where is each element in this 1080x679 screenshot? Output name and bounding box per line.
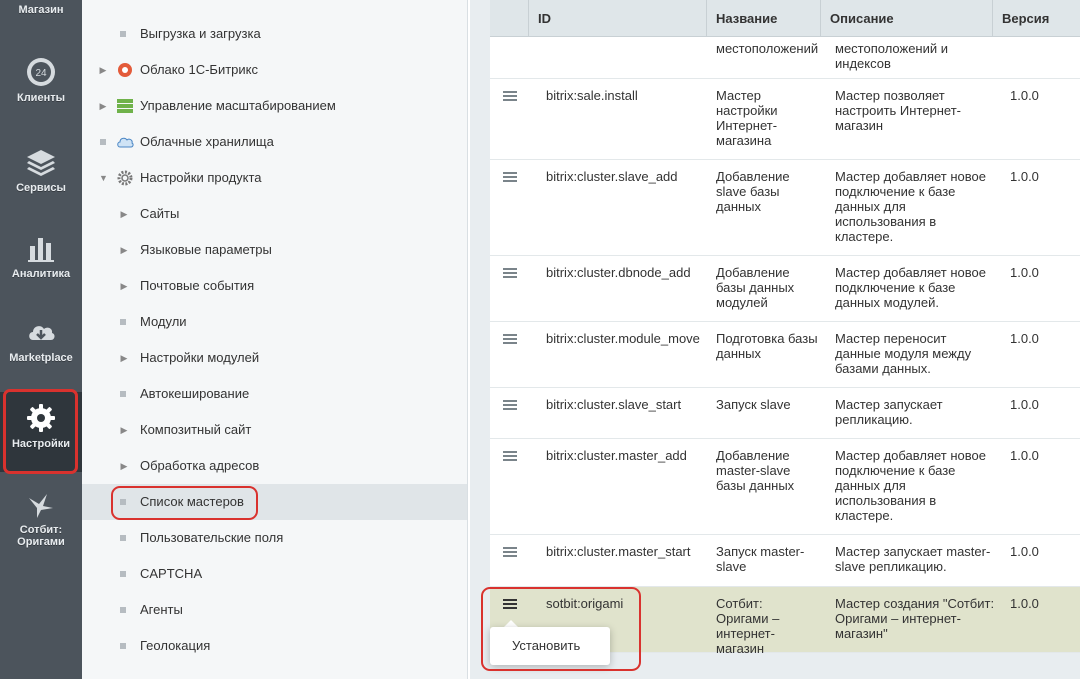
rail-item-label: Аналитика — [11, 268, 71, 280]
tree-item-export-import[interactable]: Выгрузка и загрузка — [82, 16, 467, 52]
cloud-bitrix-icon — [118, 63, 132, 77]
crane-icon — [29, 494, 53, 518]
chevron-right-icon[interactable]: ▶ — [120, 196, 128, 232]
tree-item-captcha[interactable]: CAPTCHA — [82, 556, 467, 592]
tree-item-scaling[interactable]: ▶ Управление масштабированием — [82, 88, 467, 124]
tree-item-mail-events[interactable]: ▶ Почтовые события — [82, 268, 467, 304]
chevron-right-icon[interactable]: ▶ — [120, 340, 128, 376]
row-menu-icon[interactable] — [503, 172, 517, 182]
chevron-down-icon[interactable]: ▼ — [99, 160, 108, 196]
tree-item-address-processing[interactable]: ▶ Обработка адресов — [82, 448, 467, 484]
table-row: местоположений местоположений и индексов — [490, 37, 1080, 79]
tree-item-sites[interactable]: ▶ Сайты — [82, 196, 467, 232]
bullet-icon — [120, 535, 126, 541]
row-menu-icon[interactable] — [503, 451, 517, 461]
header-version[interactable]: Версия — [992, 0, 1080, 37]
wizards-list-highlight-frame — [111, 486, 258, 520]
table-row: bitrix:cluster.slave_add Добавление slav… — [490, 160, 1080, 256]
bullet-icon — [120, 31, 126, 37]
chevron-right-icon[interactable]: ▶ — [120, 268, 128, 304]
tree-item-autocache[interactable]: Автокеширование — [82, 376, 467, 412]
origami-row-highlight-frame — [481, 587, 641, 671]
header-name[interactable]: Название — [706, 0, 820, 37]
rail-item-label: Marketplace — [9, 352, 73, 364]
row-menu-icon[interactable] — [503, 91, 517, 101]
rail-item-label: Клиенты — [16, 92, 65, 104]
tree-item-product-settings[interactable]: ▼ Настройки продукта — [82, 160, 467, 196]
bullet-icon — [120, 607, 126, 613]
rail-item-origami[interactable]: Сотбит: Оригами — [0, 488, 82, 548]
chevron-right-icon[interactable]: ▶ — [120, 412, 128, 448]
tree-item-module-settings[interactable]: ▶ Настройки модулей — [82, 340, 467, 376]
cloud-download-icon — [29, 326, 55, 340]
row-menu-icon[interactable] — [503, 268, 517, 278]
tree-item-bitrix-cloud[interactable]: ▶ Облако 1С-Битрикс — [82, 52, 467, 88]
cloud-storage-icon — [117, 137, 134, 148]
rail-item-label: Сотбит: Оригами — [17, 524, 65, 548]
bullet-icon — [120, 391, 126, 397]
bullet-icon — [120, 571, 126, 577]
rail-item-label: Сервисы — [16, 182, 66, 194]
bullet-icon — [100, 139, 106, 145]
rail-item-analytics[interactable]: Аналитика — [0, 232, 82, 280]
settings-tree-menu: Выгрузка и загрузка ▶ Облако 1С-Битрикс … — [82, 0, 468, 679]
left-navigation-rail: Магазин 24 Клиенты Сервисы Аналитика Mar… — [0, 0, 82, 679]
settings-highlight-frame — [3, 389, 78, 474]
row-menu-icon[interactable] — [503, 400, 517, 410]
table-header: ID Название Описание Версия — [490, 0, 1080, 37]
rail-item-marketplace[interactable]: Marketplace — [0, 316, 82, 364]
server-icon — [117, 99, 133, 113]
header-id[interactable]: ID — [528, 0, 706, 37]
table-row: bitrix:sale.install Мастер настройки Инт… — [490, 79, 1080, 160]
tree-item-composite-site[interactable]: ▶ Композитный сайт — [82, 412, 467, 448]
tree-item-user-fields[interactable]: Пользовательские поля — [82, 520, 467, 556]
chevron-right-icon[interactable]: ▶ — [120, 232, 128, 268]
rail-item-label: Магазин — [18, 4, 64, 16]
tree-item-modules[interactable]: Модули — [82, 304, 467, 340]
row-menu-icon[interactable] — [503, 547, 517, 557]
clients-24-icon: 24 — [27, 58, 55, 86]
tree-item-agents[interactable]: Агенты — [82, 592, 467, 628]
bar-chart-icon — [28, 238, 54, 262]
rail-item-shop[interactable]: Магазин — [0, 4, 82, 16]
header-menu-column — [490, 0, 528, 37]
tree-item-language-params[interactable]: ▶ Языковые параметры — [82, 232, 467, 268]
bullet-icon — [120, 643, 126, 649]
chevron-right-icon[interactable]: ▶ — [99, 52, 107, 88]
svg-text:24: 24 — [35, 68, 47, 79]
table-row: bitrix:cluster.master_add Добавление mas… — [490, 439, 1080, 535]
rail-item-services[interactable]: Сервисы — [0, 146, 82, 194]
row-menu-icon[interactable] — [503, 334, 517, 344]
chevron-right-icon[interactable]: ▶ — [99, 88, 107, 124]
table-row: bitrix:cluster.master_start Запуск maste… — [490, 535, 1080, 587]
settings-gear-icon — [117, 170, 133, 186]
table-row: bitrix:cluster.slave_start Запуск slave … — [490, 388, 1080, 439]
rail-item-clients[interactable]: 24 Клиенты — [0, 56, 82, 104]
table-row: bitrix:cluster.module_move Подготовка ба… — [490, 322, 1080, 388]
header-description[interactable]: Описание — [820, 0, 992, 37]
tree-item-cloud-storage[interactable]: Облачные хранилища — [82, 124, 467, 160]
table-row: bitrix:cluster.dbnode_add Добавление баз… — [490, 256, 1080, 322]
bullet-icon — [120, 319, 126, 325]
layers-icon — [27, 150, 55, 176]
chevron-right-icon[interactable]: ▶ — [120, 448, 128, 484]
tree-item-geolocation[interactable]: Геолокация — [82, 628, 467, 664]
